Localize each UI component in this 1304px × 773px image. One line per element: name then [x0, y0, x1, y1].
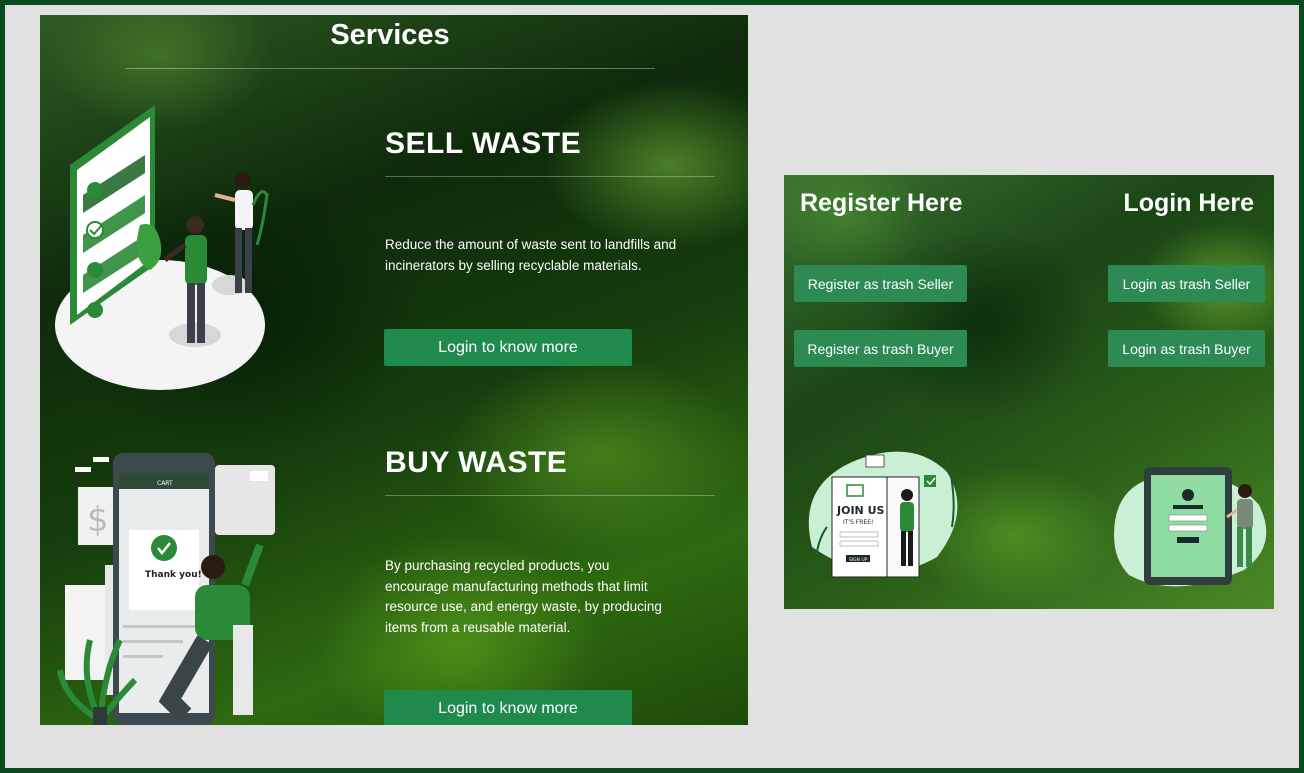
register-seller-button[interactable]: Register as trash Seller [794, 265, 967, 302]
login-buyer-button[interactable]: Login as trash Buyer [1108, 330, 1265, 367]
phone-cart-label: CART [157, 480, 173, 487]
buy-waste-heading: BUY WASTE [385, 446, 568, 479]
dollar-icon: $ [87, 500, 109, 540]
phone-thankyou-text: Thank you! [145, 570, 202, 580]
services-title: Services [330, 19, 450, 51]
login-illustration [1114, 467, 1267, 587]
services-section: Services SELL WASTE Reduce the amount of… [40, 15, 748, 725]
sell-divider [385, 176, 715, 177]
buy-login-button[interactable]: Login to know more [384, 690, 632, 725]
register-buyer-button[interactable]: Register as trash Buyer [794, 330, 967, 367]
checklist-illustration [55, 105, 269, 390]
register-heading: Register Here [800, 189, 963, 217]
sign-up-text: SIGN UP [849, 557, 868, 563]
join-free-text: IT'S FREE! [843, 519, 873, 526]
join-us-text: JOIN US [836, 504, 885, 517]
auth-section: Register Here Login Here Register as tra… [784, 175, 1274, 609]
sell-login-button[interactable]: Login to know more [384, 329, 632, 366]
login-heading: Login Here [1123, 189, 1254, 217]
buy-divider [385, 495, 715, 496]
sell-waste-description: Reduce the amount of waste sent to landf… [385, 237, 677, 273]
title-divider [125, 68, 655, 69]
join-us-illustration: JOIN US IT'S FREE! SIGN UP [808, 451, 958, 587]
shopping-phone-illustration: $ CART Thank you! [57, 453, 275, 725]
buy-waste-description: By purchasing recycled products, you enc… [385, 558, 662, 635]
sell-waste-heading: SELL WASTE [385, 127, 582, 160]
login-seller-button[interactable]: Login as trash Seller [1108, 265, 1265, 302]
